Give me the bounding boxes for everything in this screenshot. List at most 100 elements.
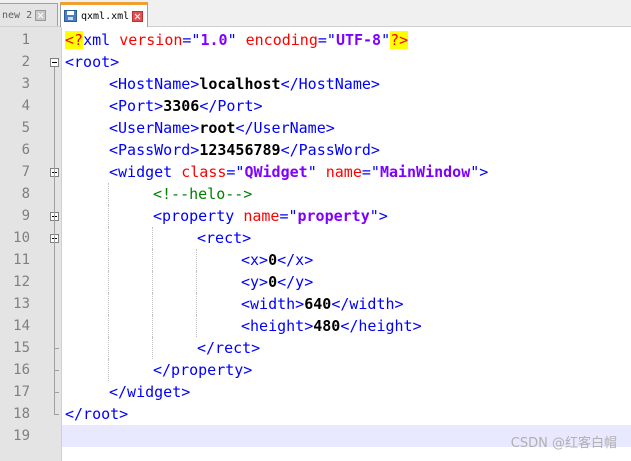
code-token-tag: <width> (241, 295, 305, 313)
close-icon[interactable] (132, 10, 144, 22)
code-token-text: localhost (199, 75, 281, 93)
code-line: <x>0</x> (241, 249, 313, 271)
line-number: 2 (21, 54, 30, 70)
code-token-tag: </x> (277, 251, 314, 269)
fold-collapse-icon[interactable] (50, 58, 59, 67)
code-token-attr: version (119, 31, 183, 49)
watermark: CSDN @红客白帽 (510, 436, 617, 451)
code-token-tag: <height> (241, 317, 314, 335)
indent-guide (152, 315, 153, 337)
indent-guide (152, 227, 153, 249)
fold-end-tick (54, 392, 59, 393)
indent-guide (108, 293, 109, 315)
line-number: 10 (13, 230, 30, 246)
tab-qxml-xml[interactable]: qxml.xml (60, 2, 148, 27)
code-token-tag: <rect> (197, 229, 252, 247)
code-token-attr: encoding (245, 31, 318, 49)
line-number: 4 (21, 98, 30, 114)
line-number: 17 (13, 384, 30, 400)
tab-label: qxml.xml (81, 10, 130, 22)
code-token-tag: </height> (340, 317, 422, 335)
line-number: 15 (13, 340, 30, 356)
code-token-tag: </Port> (199, 97, 263, 115)
code-token-tag: </HostName> (280, 75, 380, 93)
code-token-str: UTF-8 (335, 31, 382, 49)
code-line: <!--helo--> (153, 183, 252, 205)
indent-guide (196, 271, 197, 293)
code-token-text: 640 (304, 295, 332, 313)
code-token-tag: </PassWord> (280, 141, 380, 159)
code-token-tag: </y> (277, 273, 314, 291)
code-token-tag: =" (279, 207, 298, 225)
code-token-tag: <root> (65, 53, 120, 71)
close-icon[interactable] (35, 9, 47, 21)
line-number: 13 (13, 296, 30, 312)
code-line: <?xml version="1.0" encoding="UTF-8"?> (65, 29, 409, 51)
code-token-text: 0 (268, 251, 278, 269)
code-token-attr: name (325, 163, 362, 181)
code-editor[interactable]: 1 <?xml version="1.0" encoding="UTF-8"?> 2… (0, 27, 631, 461)
indent-guide (196, 293, 197, 315)
code-token-str: MainWindow (379, 163, 471, 181)
code-token-tag: </width> (331, 295, 404, 313)
code-token-tag: <HostName> (109, 75, 200, 93)
code-token-tag: <y> (241, 273, 269, 291)
line-number: 18 (13, 406, 30, 422)
indent-guide (108, 337, 109, 359)
code-token-tag: " (381, 31, 391, 49)
fold-end-tick (54, 370, 59, 371)
code-line: <UserName>root</UserName> (109, 117, 335, 139)
line-number: 8 (21, 186, 30, 202)
code-token-pi: <? (65, 31, 84, 49)
code-line: <y>0</y> (241, 271, 313, 293)
tab-label: new 2 (2, 9, 33, 21)
code-token-tag: xml (83, 31, 120, 49)
code-token-str: 1.0 (200, 31, 228, 49)
tab-bar: new 2 qxml.xml (0, 0, 631, 27)
code-line: <rect> (197, 227, 251, 249)
code-line: <width>640</width> (241, 293, 404, 315)
code-token-attr: name (243, 207, 280, 225)
code-token-tag: <x> (241, 251, 269, 269)
line-number: 3 (21, 76, 30, 92)
line-number: 16 (13, 362, 30, 378)
code-token-tag: =" (226, 163, 245, 181)
code-token-tag: <Port> (109, 97, 164, 115)
code-token-tag: " (227, 31, 246, 49)
line-number: 5 (21, 120, 30, 136)
code-token-tag: </widget> (109, 383, 191, 401)
code-token-str: property (297, 207, 370, 225)
code-line: </property> (153, 359, 252, 381)
tab-new-2[interactable]: new 2 (0, 3, 58, 26)
code-token-tag: </property> (153, 361, 253, 379)
code-token-tag: "> (470, 163, 489, 181)
indent-guide (108, 183, 109, 205)
code-token-tag: " (307, 163, 326, 181)
fold-end-tick (54, 348, 59, 349)
code-token-tag: =" (182, 31, 201, 49)
code-token-text: 480 (313, 317, 341, 335)
code-token-tag: "> (369, 207, 388, 225)
indent-guide (108, 205, 109, 227)
code-token-attr: class (181, 163, 227, 181)
line-number: 12 (13, 274, 30, 290)
indent-guide (108, 227, 109, 249)
code-line: <PassWord>123456789</PassWord> (109, 139, 380, 161)
code-token-cmt: <!--helo--> (153, 185, 253, 203)
code-token-tag: <property (153, 207, 244, 225)
code-line: <widget class="QWidget" name="MainWindow… (109, 161, 488, 183)
line-number: 1 (21, 32, 30, 48)
code-token-tag: =" (361, 163, 380, 181)
code-line: <HostName>localhost</HostName> (109, 73, 380, 95)
code-line: <Port>3306</Port> (109, 95, 263, 117)
line-number: 14 (13, 318, 30, 334)
indent-guide (196, 249, 197, 271)
code-token-pi: ?> (390, 31, 409, 49)
code-token-tag: <widget (109, 163, 182, 181)
line-number: 11 (13, 252, 30, 268)
code-token-text: 123456789 (199, 141, 281, 159)
save-icon (64, 10, 77, 22)
code-line: </widget> (109, 381, 190, 403)
code-token-tag: <UserName> (109, 119, 200, 137)
code-line: </root> (65, 403, 128, 425)
